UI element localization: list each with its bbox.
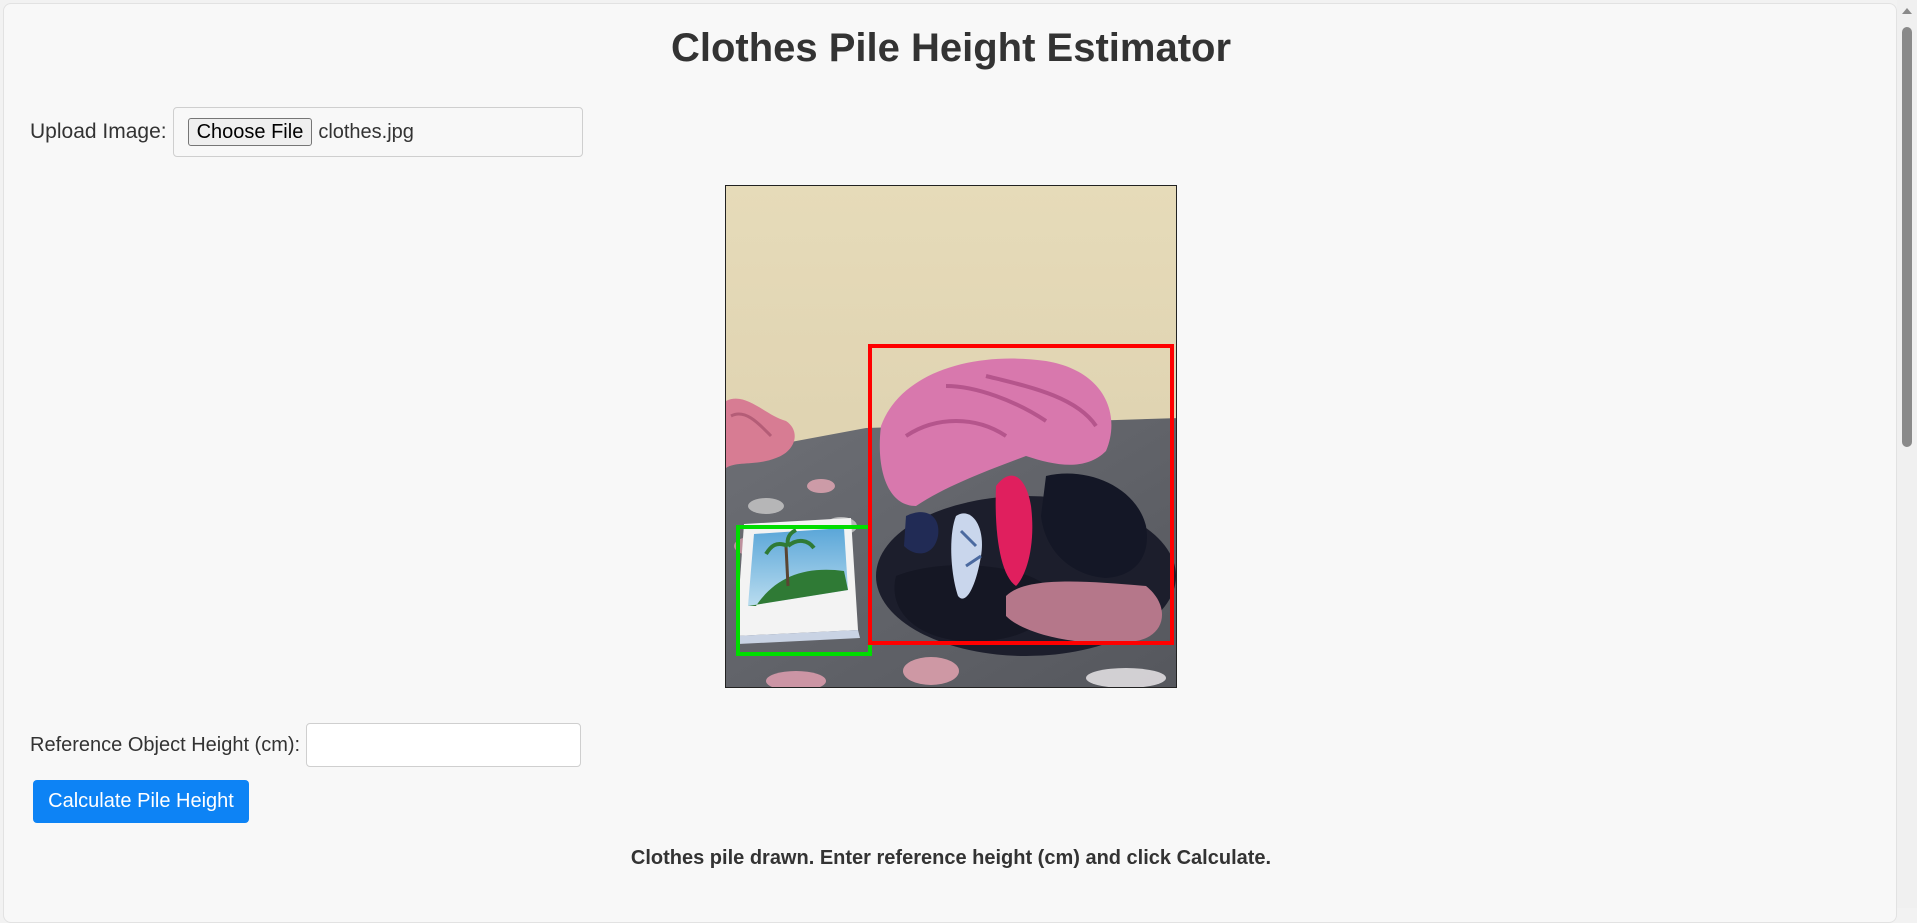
calculate-pile-height-button[interactable]: Calculate Pile Height [33, 780, 249, 823]
reference-row: Reference Object Height (cm): [30, 722, 582, 768]
upload-label: Upload Image: [30, 120, 167, 143]
image-canvas[interactable] [725, 185, 1177, 688]
clothes-photo [726, 186, 1176, 687]
vertical-scrollbar[interactable] [1897, 0, 1917, 908]
bed-pattern [903, 657, 959, 685]
bed-pattern [807, 479, 835, 493]
selected-file-name: clothes.jpg [318, 120, 414, 143]
scroll-up-icon[interactable] [1902, 8, 1912, 14]
notebook [736, 518, 860, 644]
file-input[interactable]: Choose File clothes.jpg [172, 107, 583, 157]
upload-row: Upload Image: Choose File clothes.jpg [30, 106, 583, 158]
page-title: Clothes Pile Height Estimator [670, 26, 1232, 70]
choose-file-button[interactable]: Choose File [187, 118, 313, 146]
reference-height-input[interactable] [306, 723, 582, 767]
status-message: Clothes pile drawn. Enter reference heig… [630, 847, 1272, 869]
bed-pattern [1086, 668, 1166, 687]
app-container: Clothes Pile Height Estimator Upload Ima… [3, 3, 1897, 923]
scroll-thumb[interactable] [1902, 27, 1912, 447]
reference-height-label: Reference Object Height (cm): [30, 733, 301, 756]
bed-pattern [748, 498, 784, 514]
